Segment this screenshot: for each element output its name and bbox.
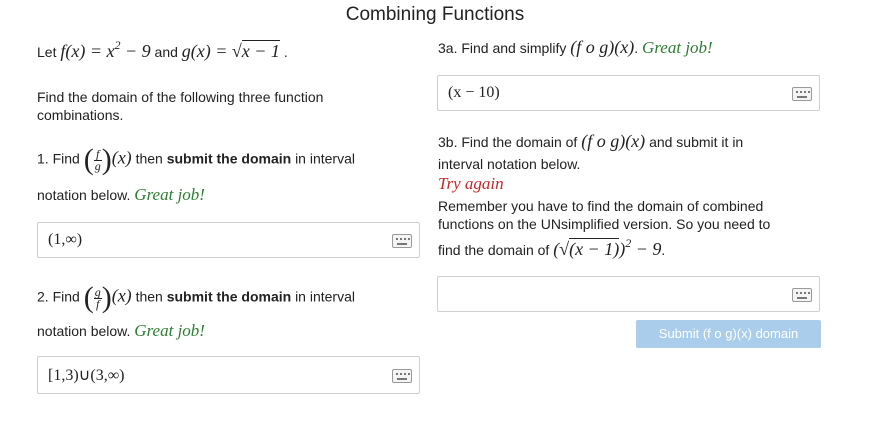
- def-g-body: g(x) =: [181, 41, 232, 61]
- q3b-answer-field[interactable]: [437, 276, 820, 312]
- q3b-hint1: Remember you have to find the domain of …: [438, 198, 764, 214]
- def-f-rest: − 9: [120, 41, 151, 61]
- left-paren-icon: (: [83, 281, 94, 314]
- q1-answer-value: (1,∞): [48, 231, 83, 248]
- submit-domain-button[interactable]: Submit (f o g)(x) domain: [636, 320, 821, 348]
- q2-line2-text: notation below.: [37, 323, 131, 339]
- q2-frac-den: f: [96, 296, 100, 311]
- q3a-answer-field[interactable]: (x − 10): [437, 75, 820, 111]
- page-title: Combining Functions: [345, 4, 525, 25]
- q3b-prompt: 3b. Find the domain of (f o g)(x) and su…: [438, 132, 743, 151]
- q2-line2: notation below. Great job!: [37, 322, 205, 340]
- q1-fraction: fg: [93, 148, 102, 173]
- q1-line2: notation below. Great job!: [37, 186, 205, 204]
- q2-fraction: gf: [93, 286, 102, 311]
- def-period: .: [283, 44, 288, 60]
- q3b-hint2: functions on the UNsimplified version. S…: [438, 216, 771, 232]
- def-f-exponent: 2: [114, 38, 121, 52]
- q2-answer-value: [1,3)∪(3,∞): [48, 367, 125, 384]
- q2-var: (x): [111, 285, 132, 306]
- q2-feedback: Great job!: [134, 321, 205, 340]
- q3a-feedback: Great job!: [642, 38, 713, 57]
- def-g: g(x) = √x − 1: [182, 40, 280, 61]
- q3a-expr: (f o g)(x): [570, 37, 635, 57]
- q3b-hint3: find the domain of (√(x − 1))2 − 9.: [438, 236, 666, 260]
- q1-then: then: [135, 150, 163, 167]
- def-g-radicand: x − 1: [241, 40, 280, 61]
- q1-prompt: 1. Find (f g)(x) then submit the domain i…: [37, 145, 355, 175]
- q1-after: in interval: [295, 150, 355, 167]
- q1-frac-den: g: [94, 158, 101, 173]
- keyboard-icon[interactable]: [392, 369, 412, 383]
- intro-text: Find the domain of the following three f…: [37, 89, 324, 123]
- q1-answer-field[interactable]: (1,∞): [37, 222, 420, 258]
- sqrt-icon: √: [559, 239, 570, 259]
- q3a-answer-value: (x − 10): [448, 84, 500, 101]
- q1-prefix: 1. Find: [37, 150, 80, 167]
- q3a-prefix: 3a. Find and simplify: [438, 40, 567, 56]
- q3b-hint3-prefix: find the domain of: [438, 242, 550, 258]
- def-prefix: Let: [37, 44, 57, 60]
- keyboard-icon[interactable]: [392, 234, 412, 248]
- right-paren-icon: ): [101, 143, 112, 176]
- q2-bold: submit the domain: [166, 288, 292, 305]
- q2-then: then: [135, 288, 163, 305]
- q3b-line2: interval notation below.: [438, 156, 581, 172]
- keyboard-icon[interactable]: [792, 288, 812, 302]
- q3b-hint3-expr: (√(x − 1))2 − 9: [553, 236, 662, 259]
- left-paren-icon: (: [83, 143, 94, 176]
- q2-prefix: 2. Find: [37, 288, 80, 305]
- q3b-expr: (f o g)(x): [581, 131, 646, 151]
- q3b-hint3-rest: − 9: [631, 239, 662, 259]
- q3b-hint3-period: .: [661, 242, 666, 258]
- q3a-prompt: 3a. Find and simplify (f o g)(x). Great …: [438, 38, 713, 57]
- q3b-suffix: and submit it in: [649, 134, 744, 150]
- q2-prompt: 2. Find (g f)(x) then submit the domain i…: [37, 283, 355, 313]
- def-f-body: f(x) = x: [60, 41, 115, 61]
- q1-line2-text: notation below.: [37, 187, 131, 203]
- q1-feedback: Great job!: [134, 185, 205, 204]
- sqrt-icon: √: [231, 41, 242, 61]
- keyboard-icon[interactable]: [792, 87, 812, 101]
- q1-var: (x): [111, 147, 132, 168]
- q2-after: in interval: [295, 288, 355, 305]
- function-definitions: Let f(x) = x2 − 9 and g(x) = √x − 1 .: [37, 38, 288, 62]
- q2-answer-field[interactable]: [1,3)∪(3,∞): [37, 356, 420, 394]
- def-and: and: [154, 44, 178, 60]
- q3a-period: .: [634, 40, 639, 56]
- q3b-hint3-exp: 2: [625, 236, 632, 250]
- def-f: f(x) = x2 − 9: [60, 38, 151, 61]
- q3b-hint3-radicand: (x − 1): [569, 238, 620, 259]
- q3b-prefix: 3b. Find the domain of: [438, 134, 578, 150]
- q1-bold: submit the domain: [166, 150, 292, 167]
- right-paren-icon: ): [101, 281, 112, 314]
- q3b-feedback: Try again: [438, 174, 504, 193]
